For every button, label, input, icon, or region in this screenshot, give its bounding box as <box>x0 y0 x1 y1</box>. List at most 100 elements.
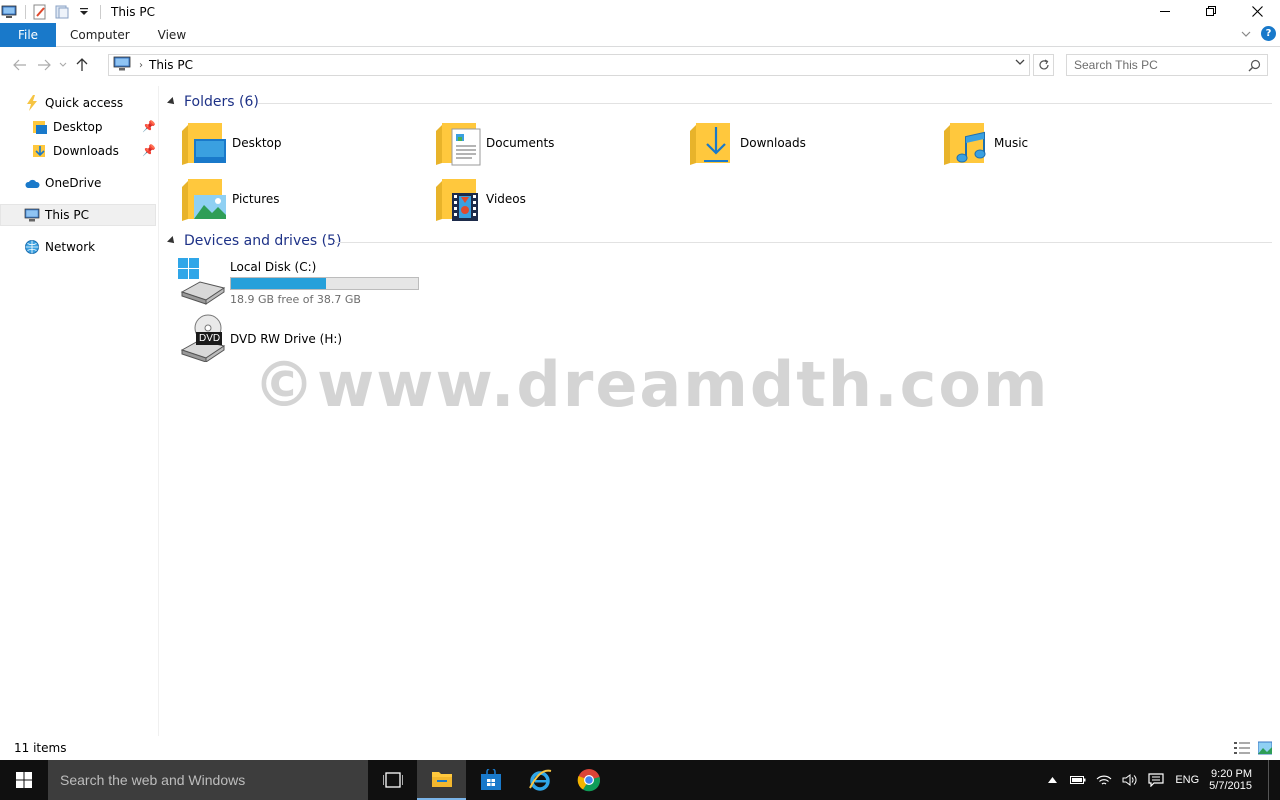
large-icons-view-icon[interactable] <box>1257 741 1273 758</box>
folder-tile-videos[interactable]: Videos <box>434 175 526 223</box>
dvd-badge: DVD <box>199 333 221 344</box>
breadcrumb-this-pc[interactable]: This PC <box>149 58 193 72</box>
pin-icon[interactable]: 📌 <box>142 144 156 157</box>
nav-item-desktop[interactable]: Desktop <box>32 116 103 138</box>
internet-explorer-icon[interactable] <box>515 760 564 800</box>
recent-locations-chevron-down-icon[interactable] <box>56 53 70 77</box>
quick-access-toolbar: This PC <box>0 0 155 23</box>
drive-name: DVD RW Drive (H:) <box>230 332 343 346</box>
collapse-triangle-icon[interactable] <box>167 236 177 246</box>
documents-folder-icon <box>436 123 481 166</box>
file-explorer-taskbar-icon[interactable] <box>417 760 466 800</box>
this-pc-icon <box>113 56 131 75</box>
new-folder-icon[interactable] <box>54 4 70 20</box>
title-divider <box>100 4 101 19</box>
nav-item-downloads[interactable]: Downloads <box>32 140 119 162</box>
disk-usage-bar <box>230 277 419 290</box>
nav-label-downloads: Downloads <box>53 144 119 158</box>
task-view-icon[interactable] <box>368 760 417 800</box>
nav-label-desktop: Desktop <box>53 120 103 134</box>
search-input[interactable] <box>1074 58 1244 72</box>
devices-group-header[interactable]: Devices and drives (5) <box>167 233 342 249</box>
show-desktop-button[interactable] <box>1268 760 1280 800</box>
action-center-icon[interactable] <box>1143 773 1169 787</box>
search-icon[interactable] <box>1248 59 1261 75</box>
address-bar[interactable]: › This PC <box>108 54 1030 76</box>
details-view-icon[interactable] <box>1234 741 1250 758</box>
up-arrow-icon[interactable] <box>70 53 94 77</box>
system-tray: ENG 9:20 PM 5/7/2015 <box>1039 760 1280 800</box>
nav-label-network: Network <box>45 240 96 254</box>
pictures-folder-icon <box>182 179 226 221</box>
item-count: 11 items <box>14 741 67 755</box>
ribbon-right-controls: ? <box>1241 26 1276 41</box>
network-globe-icon <box>24 239 40 255</box>
folder-tile-desktop[interactable]: Desktop <box>180 119 282 167</box>
lightning-star-icon <box>24 95 40 111</box>
store-icon[interactable] <box>466 760 515 800</box>
nav-item-network[interactable]: Network <box>24 236 95 258</box>
computer-icon[interactable] <box>1 4 17 20</box>
properties-icon[interactable] <box>32 4 48 20</box>
window-title: This PC <box>111 4 155 19</box>
tab-computer[interactable]: Computer <box>56 23 144 47</box>
nav-label-quick-access: Quick access <box>45 96 124 110</box>
view-toggle <box>1234 741 1273 758</box>
restore-button[interactable] <box>1188 0 1234 22</box>
clock-date: 5/7/2015 <box>1209 780 1252 792</box>
music-folder-icon <box>944 123 986 165</box>
folder-label: Downloads <box>740 136 806 150</box>
close-button[interactable] <box>1234 0 1280 22</box>
minimize-button[interactable] <box>1142 0 1188 22</box>
folder-tile-documents[interactable]: Documents <box>434 119 554 167</box>
watermark-text: ©www.dreamdth.com <box>253 348 1050 421</box>
folder-label: Music <box>994 136 1029 150</box>
nav-item-quick-access[interactable]: Quick access <box>24 92 123 114</box>
collapse-triangle-icon[interactable] <box>167 97 177 107</box>
devices-header-label: Devices and drives (5) <box>184 233 342 249</box>
clock[interactable]: 9:20 PM 5/7/2015 <box>1209 768 1252 792</box>
wifi-icon[interactable] <box>1091 774 1117 786</box>
nav-item-onedrive[interactable]: OneDrive <box>24 172 101 194</box>
tab-view[interactable]: View <box>144 23 200 47</box>
desktop-folder-icon <box>32 119 48 135</box>
volume-icon[interactable] <box>1117 774 1143 786</box>
nav-label-onedrive: OneDrive <box>45 176 102 190</box>
folder-tile-pictures[interactable]: Pictures <box>180 175 280 223</box>
folder-label: Videos <box>486 192 526 206</box>
windows-hard-drive-icon <box>178 258 226 305</box>
videos-folder-icon <box>436 179 478 221</box>
folder-label: Documents <box>486 136 555 150</box>
forward-arrow-icon[interactable] <box>32 53 56 77</box>
tab-file[interactable]: File <box>0 22 56 47</box>
start-windows-icon[interactable] <box>0 760 48 800</box>
battery-icon[interactable] <box>1065 775 1091 785</box>
qat-divider <box>25 4 26 19</box>
search-box[interactable] <box>1066 54 1268 76</box>
drive-tile-local-disk[interactable]: Local Disk (C:) 18.9 GB free of 38.7 GB <box>178 258 419 306</box>
folder-label: Desktop <box>232 136 282 150</box>
input-language[interactable]: ENG <box>1175 774 1199 786</box>
pin-icon[interactable]: 📌 <box>142 120 156 133</box>
status-bar: 11 items <box>0 736 1280 760</box>
back-arrow-icon[interactable] <box>8 53 32 77</box>
group-divider <box>258 103 1272 104</box>
navigation-pane: Quick access Desktop 📌 Downloads 📌 OneDr… <box>0 86 159 736</box>
address-history-chevron-down-icon[interactable] <box>1015 58 1025 69</box>
show-hidden-icons-chevron-up-icon[interactable] <box>1039 777 1065 783</box>
folders-group-header[interactable]: Folders (6) <box>167 94 259 110</box>
nav-item-this-pc[interactable]: This PC <box>0 204 156 226</box>
navigation-bar: › This PC <box>0 48 1280 82</box>
breadcrumb-chevron-right-icon[interactable]: › <box>139 60 143 71</box>
desktop-folder-icon <box>182 123 226 165</box>
folder-tile-downloads[interactable]: Downloads <box>688 119 806 167</box>
refresh-icon[interactable] <box>1033 54 1054 76</box>
chrome-icon[interactable] <box>564 760 613 800</box>
customize-qat-chevron-down-icon[interactable] <box>76 4 92 20</box>
window-controls <box>1142 0 1280 22</box>
help-icon[interactable]: ? <box>1261 26 1276 41</box>
downloads-folder-icon <box>690 123 730 165</box>
folder-tile-music[interactable]: Music <box>942 119 1028 167</box>
expand-ribbon-chevron-down-icon[interactable] <box>1241 27 1251 41</box>
taskbar-search-box[interactable]: Search the web and Windows <box>48 760 368 800</box>
